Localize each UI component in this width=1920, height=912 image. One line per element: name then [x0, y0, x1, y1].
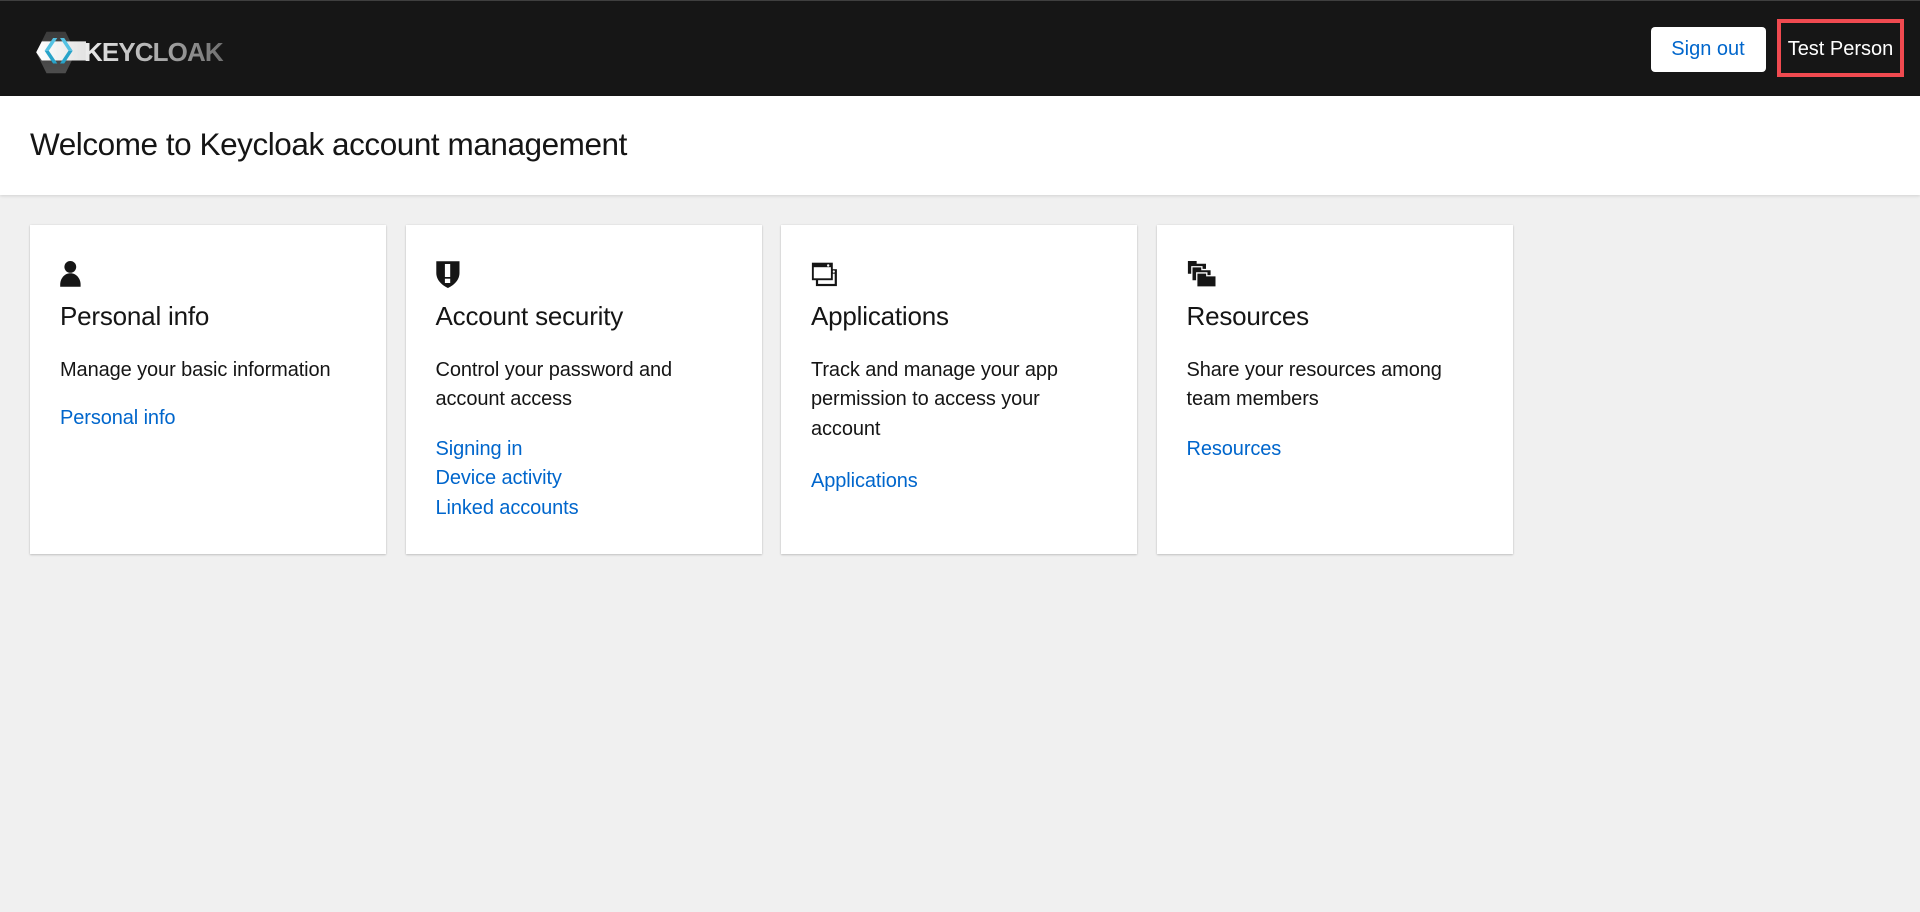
- svg-text:KEYCLOAK: KEYCLOAK: [84, 37, 224, 67]
